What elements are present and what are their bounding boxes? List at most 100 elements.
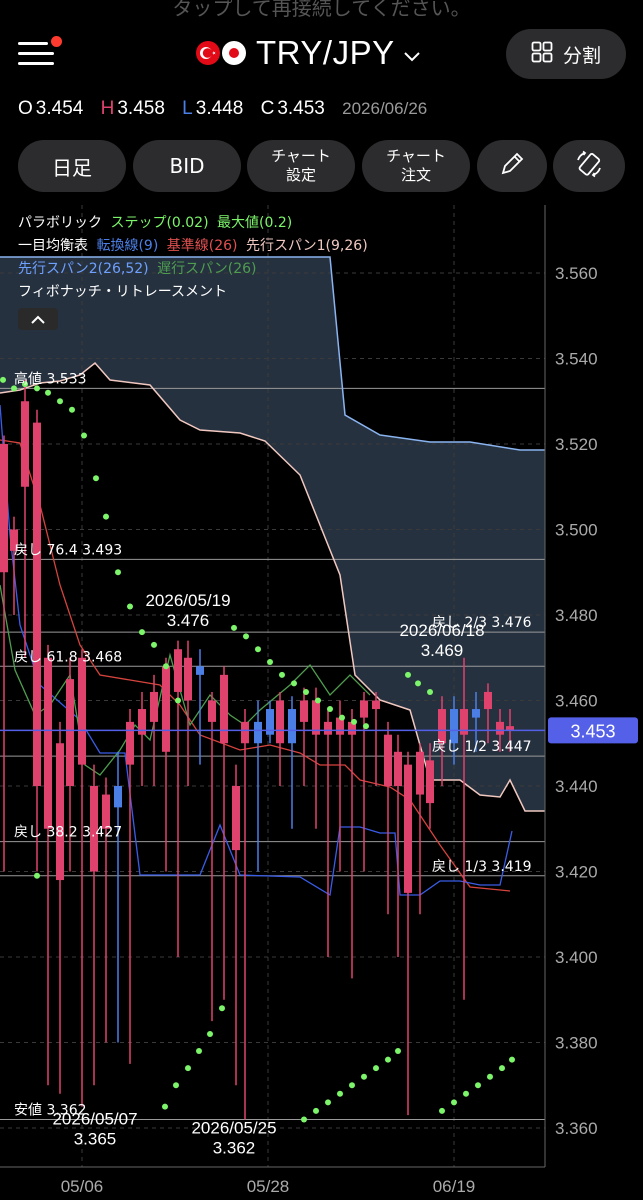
rotate-screen-button[interactable] xyxy=(553,140,625,192)
price-tick-label: 3.360 xyxy=(555,1119,598,1138)
high-value: 3.458 xyxy=(117,98,165,119)
candle-body xyxy=(66,679,74,786)
psar-dot xyxy=(509,1056,515,1063)
price-tick-label: 3.440 xyxy=(555,777,598,796)
psar-dot xyxy=(45,389,51,396)
candle-body xyxy=(300,700,308,722)
annotation-value: 3.365 xyxy=(74,1129,117,1148)
price-tick-label: 3.380 xyxy=(555,1034,598,1053)
pencil-icon xyxy=(499,151,525,181)
psar-dot xyxy=(349,1082,355,1089)
psar-dot xyxy=(339,714,345,721)
price-tick-label: 3.540 xyxy=(555,350,598,369)
psar-dot xyxy=(279,671,285,678)
chart-order-button[interactable]: チャート 注文 xyxy=(362,140,470,192)
current-price-label: 3.453 xyxy=(570,721,615,741)
psar-dot xyxy=(327,706,333,713)
psar-dot xyxy=(196,1048,202,1055)
candle-body xyxy=(33,422,41,786)
candle-body xyxy=(276,700,284,744)
price-tick-label: 3.460 xyxy=(555,692,598,711)
low-value: 3.448 xyxy=(195,98,244,119)
date-tick-label: 05/28 xyxy=(247,1177,290,1196)
psar-dot xyxy=(313,1107,319,1114)
draw-button[interactable] xyxy=(477,140,547,192)
psar-dot xyxy=(81,432,87,439)
japan-flag-icon xyxy=(222,41,246,65)
candle-body xyxy=(484,691,492,710)
psar-dot xyxy=(361,1073,367,1080)
date-tick-label: 05/06 xyxy=(61,1177,104,1196)
psar-dot xyxy=(0,376,6,383)
candle-body xyxy=(208,700,216,722)
chart-toolbar: 日足 BID チャート 設定 チャート 注文 xyxy=(0,140,643,192)
psar-dot xyxy=(439,1107,445,1114)
psar-dot xyxy=(415,680,421,687)
timeframe-button[interactable]: 日足 xyxy=(18,140,126,192)
price-chart[interactable]: 高値 3.533戻し 76.4 3.493戻し 2/3 3.476戻し 61.8… xyxy=(0,205,643,1200)
psar-dot xyxy=(173,1082,179,1089)
price-tick-label: 3.520 xyxy=(555,435,598,454)
psar-dot xyxy=(351,718,357,725)
psar-dot xyxy=(115,569,121,576)
psar-dot xyxy=(315,697,321,704)
psar-dot xyxy=(207,1030,213,1037)
reconnect-banner[interactable]: タップして再接続してください。 xyxy=(0,0,643,21)
date-tick-label: 06/19 xyxy=(433,1177,476,1196)
candle-body xyxy=(254,721,262,744)
annotation-value: 3.476 xyxy=(167,611,210,630)
psar-dot xyxy=(303,688,309,695)
open-value: 3.454 xyxy=(35,98,84,119)
legend-collapse-button[interactable] xyxy=(18,308,58,330)
psar-dot xyxy=(301,1116,307,1123)
ohlc-date: 2026/06/26 xyxy=(342,99,428,118)
psar-dot xyxy=(487,1073,493,1080)
chart-settings-button[interactable]: チャート 設定 xyxy=(247,140,355,192)
psar-dot xyxy=(139,629,145,636)
fib-label: 戻し 1/3 3.419 xyxy=(432,859,532,875)
psar-dot xyxy=(363,723,369,730)
psar-dot xyxy=(463,1090,469,1097)
annotation-date: 2026/05/19 xyxy=(145,591,230,610)
candle-body xyxy=(174,649,182,692)
psar-dot xyxy=(405,671,411,678)
psar-dot xyxy=(231,624,237,631)
psar-dot xyxy=(185,1065,191,1072)
candle-body xyxy=(184,657,192,701)
candle-body xyxy=(360,700,368,718)
candle-body xyxy=(394,751,402,786)
price-tick-label: 3.400 xyxy=(555,948,598,967)
currency-pair-selector[interactable]: TRY/JPY xyxy=(196,30,421,76)
split-button[interactable]: 分割 xyxy=(506,29,626,79)
notification-dot xyxy=(51,36,62,47)
pair-label: TRY/JPY xyxy=(256,34,395,71)
candle-body xyxy=(312,700,320,735)
turkey-flag-icon xyxy=(196,41,220,65)
candle-body xyxy=(162,666,170,752)
menu-icon xyxy=(18,42,48,45)
grid-icon xyxy=(531,41,553,67)
annotation-date: 2026/05/25 xyxy=(191,1118,276,1137)
legend-psar: パラボリック ステップ(0.02) 最大値(0.2) xyxy=(18,215,293,231)
psar-dot xyxy=(57,398,63,405)
psar-dot xyxy=(337,1090,343,1097)
fib-label: 高値 3.533 xyxy=(14,370,87,387)
bid-button[interactable]: BID xyxy=(133,140,241,192)
fib-label: 戻し 1/2 3.447 xyxy=(432,739,532,755)
candle-body xyxy=(404,764,412,893)
psar-dot xyxy=(475,1082,481,1089)
annotation-value: 3.469 xyxy=(421,641,464,660)
candle-body xyxy=(324,721,332,735)
annotation-date: 2026/05/07 xyxy=(52,1109,137,1128)
legend-fibonacci: フィボナッチ・リトレースメント xyxy=(18,284,228,300)
candle-body xyxy=(416,751,424,795)
price-tick-label: 3.500 xyxy=(555,521,598,540)
psar-dot xyxy=(451,1099,457,1106)
psar-dot xyxy=(395,1048,401,1055)
menu-button[interactable] xyxy=(18,36,62,70)
ohlc-readout: O 3.454 H 3.458 L 3.448 C 3.453 2026/06/26 xyxy=(18,98,428,119)
candle-body xyxy=(384,734,392,786)
psar-dot xyxy=(34,872,40,879)
candle-body xyxy=(288,709,296,744)
psar-dot xyxy=(291,680,297,687)
